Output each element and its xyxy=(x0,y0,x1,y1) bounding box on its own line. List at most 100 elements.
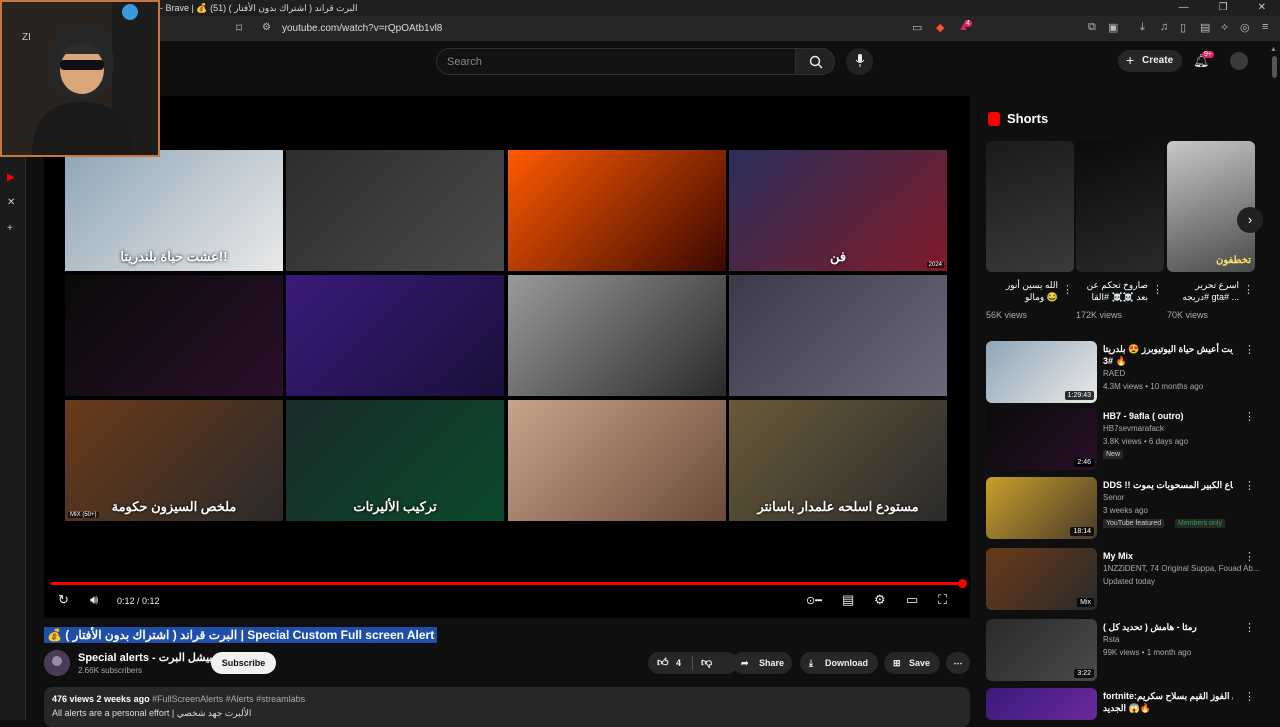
end-screen-thumbnail[interactable] xyxy=(508,150,726,271)
rec-thumbnail[interactable] xyxy=(986,688,1097,720)
short-thumbnail[interactable] xyxy=(986,141,1074,272)
rec-thumbnail[interactable]: 3:22 xyxy=(986,619,1097,681)
short-title[interactable]: اسرع تحرير #دريجه gta# ... xyxy=(1167,279,1239,303)
fullscreen-icon[interactable]: ⛶ xyxy=(938,592,947,608)
rec-thumbnail[interactable]: 2:46 xyxy=(986,408,1097,470)
search-button[interactable] xyxy=(795,48,835,75)
scrollbar-thumb[interactable] xyxy=(1272,56,1277,78)
share-button[interactable]: ➦ Share xyxy=(732,652,792,674)
shorts-next-button[interactable]: › xyxy=(1237,207,1263,233)
description-box[interactable]: 476 views 2 weeks ago #FullScreenAlerts … xyxy=(44,687,970,727)
end-screen-thumbnail[interactable] xyxy=(286,275,504,396)
end-screen-thumbnail[interactable] xyxy=(508,400,726,521)
scrubber-handle[interactable] xyxy=(958,579,967,588)
rec-more-icon[interactable]: ⋮ xyxy=(1244,690,1255,703)
settings-icon[interactable]: ⚙ xyxy=(874,592,886,608)
rec-more-icon[interactable]: ⋮ xyxy=(1244,550,1255,563)
scroll-up-icon[interactable]: ▲ xyxy=(1270,46,1277,53)
short-thumbnail[interactable]: تخطفون xyxy=(1167,141,1255,272)
screenshot-icon[interactable]: ▣ xyxy=(1108,21,1118,34)
rec-channel[interactable]: HB7sevmarafack xyxy=(1103,424,1164,433)
download-icon[interactable]: ⤓ xyxy=(1140,21,1145,34)
rec-more-icon[interactable]: ⋮ xyxy=(1244,621,1255,634)
rec-thumbnail[interactable]: Mix xyxy=(986,548,1097,610)
address-bar[interactable]: youtube.com/watch?v=rQpOAtb1vl8 xyxy=(282,23,442,34)
channel-avatar[interactable] xyxy=(44,650,70,676)
extensions-icon[interactable]: ⧉ xyxy=(1088,21,1096,34)
end-screen-thumbnail[interactable] xyxy=(286,150,504,271)
rec-title[interactable]: رمثا - هامش ( تحديد كل ) xyxy=(1103,621,1233,633)
theater-mode-icon[interactable]: ▭ xyxy=(906,592,918,608)
rec-title[interactable]: fortnite:تحدي الفوز القيم بسلاح سكريم xyxy=(1103,690,1233,702)
rec-thumbnail[interactable]: 1:29:43 xyxy=(986,341,1097,403)
rec-channel[interactable]: Senor xyxy=(1103,493,1124,502)
notifications-button[interactable]: 🔔︎ 9+ xyxy=(1193,51,1214,69)
wallet-icon[interactable]: ▤ xyxy=(1200,21,1210,34)
more-actions-button[interactable]: ⋯ xyxy=(946,652,970,674)
rec-channel[interactable]: Rsta xyxy=(1103,635,1119,644)
members-only-badge: Members only xyxy=(1175,519,1225,528)
cast-icon[interactable]: ▭ xyxy=(912,21,922,34)
rec-title-line-2[interactable]: الجديد 😱🔥 xyxy=(1103,702,1233,714)
end-screen-thumbnail[interactable]: مستودع اسلحه علمدار باسانتر xyxy=(729,400,947,521)
rec-title[interactable]: جربت أعيش حياة اليوتيوبرز 😍 بلدريتا xyxy=(1103,343,1233,355)
account-avatar[interactable] xyxy=(1230,52,1248,70)
brave-shields-icon[interactable]: ◆ xyxy=(936,21,944,34)
channel-name[interactable]: Special alerts - سبيشل البرت xyxy=(78,651,222,664)
leo-icon[interactable]: ✧ xyxy=(1220,21,1229,34)
youtube-tab-icon[interactable]: ▶ xyxy=(7,172,15,183)
dislike-button[interactable]: 👎︎ xyxy=(701,652,712,674)
end-screen-thumbnail[interactable] xyxy=(65,275,283,396)
end-screen-thumbnail[interactable] xyxy=(729,275,947,396)
rec-more-icon[interactable]: ⋮ xyxy=(1244,410,1255,423)
create-button[interactable]: + Create xyxy=(1118,50,1182,72)
voice-search-button[interactable] xyxy=(846,48,873,75)
rec-title-line-2[interactable]: 3# 🔥 xyxy=(1103,355,1233,367)
short-more-icon[interactable]: ⋮ xyxy=(1152,283,1163,296)
close-window-icon[interactable]: ✕ xyxy=(1258,2,1266,13)
autoplay-toggle[interactable]: ⊙━ xyxy=(806,594,822,607)
site-settings-icon[interactable]: ⚙ xyxy=(262,22,271,33)
end-screen-thumbnail[interactable]: فن 2024 xyxy=(729,150,947,271)
close-tab-icon[interactable]: ✕ xyxy=(7,197,15,208)
sidebar-icon[interactable]: ▯ xyxy=(1180,21,1186,34)
end-screen-thumbnail[interactable]: عشت حياة بلندريتا!! xyxy=(65,150,283,271)
subtitles-icon[interactable]: ▤ xyxy=(842,592,854,608)
rec-title[interactable]: My Mix xyxy=(1103,550,1233,562)
hashtags[interactable]: #FullScreenAlerts #Alerts #streamlabs xyxy=(152,694,305,704)
rec-thumbnail[interactable]: 18:14 xyxy=(986,477,1097,539)
bookmark-icon[interactable]: ⌑ xyxy=(236,21,242,35)
rec-channel[interactable]: 1NZZiDENT, 74 Original Suppa, Fouad Ab..… xyxy=(1103,564,1260,573)
rec-more-icon[interactable]: ⋮ xyxy=(1244,479,1255,492)
menu-icon[interactable]: ≡ xyxy=(1262,21,1268,33)
rec-channel[interactable]: RAED xyxy=(1103,369,1125,378)
video-player[interactable]: عشت حياة بلندريتا!! فن 2024 ملخص السيزون حك… xyxy=(44,96,970,618)
rec-duration: Mix xyxy=(1077,598,1094,607)
replay-icon[interactable]: ↻ xyxy=(58,592,69,608)
end-screen-thumbnail[interactable]: تركيب الأليرتات xyxy=(286,400,504,521)
short-thumbnail[interactable] xyxy=(1076,141,1164,272)
short-title[interactable]: صاروخ تحكم عن بعد ☠️☠️ #القا xyxy=(1076,279,1148,303)
end-screen-thumbnail[interactable]: ملخص السيزون حكومة MIX (50+) xyxy=(65,400,283,521)
short-more-icon[interactable]: ⋮ xyxy=(1243,283,1254,296)
volume-icon[interactable]: 🔊︎ xyxy=(90,592,98,608)
maximize-icon[interactable]: ❐ xyxy=(1219,2,1228,13)
browser-toolbar: ⌑ ⚙ youtube.com/watch?v=rQpOAtb1vl8 ▭ ◆ … xyxy=(0,16,1280,42)
end-screen-thumbnail[interactable] xyxy=(508,275,726,396)
shorts-heading: Shorts xyxy=(1007,111,1049,126)
progress-bar[interactable] xyxy=(51,582,963,585)
save-button[interactable]: ⊞ Save xyxy=(884,652,940,674)
rec-title[interactable]: HB7 - 9afla ( outro) xyxy=(1103,410,1233,422)
minimize-icon[interactable]: — xyxy=(1179,2,1189,13)
short-more-icon[interactable]: ⋮ xyxy=(1062,283,1073,296)
rec-title[interactable]: DDS !! البياع الكبير المسحوبات يموت xyxy=(1103,479,1233,491)
download-button[interactable]: ⤓ Download xyxy=(800,652,878,674)
vpn-icon[interactable]: ◎ xyxy=(1240,21,1250,34)
like-button[interactable]: 👍︎ xyxy=(657,652,669,674)
rec-more-icon[interactable]: ⋮ xyxy=(1244,343,1255,356)
media-icon[interactable]: ♫ xyxy=(1160,21,1168,33)
new-tab-icon[interactable]: + xyxy=(7,223,13,234)
short-title[interactable]: الله يسين أنور ومالو 😂 xyxy=(986,279,1058,303)
subscribe-button[interactable]: Subscribe xyxy=(211,652,276,674)
search-input[interactable]: Search xyxy=(436,48,796,75)
